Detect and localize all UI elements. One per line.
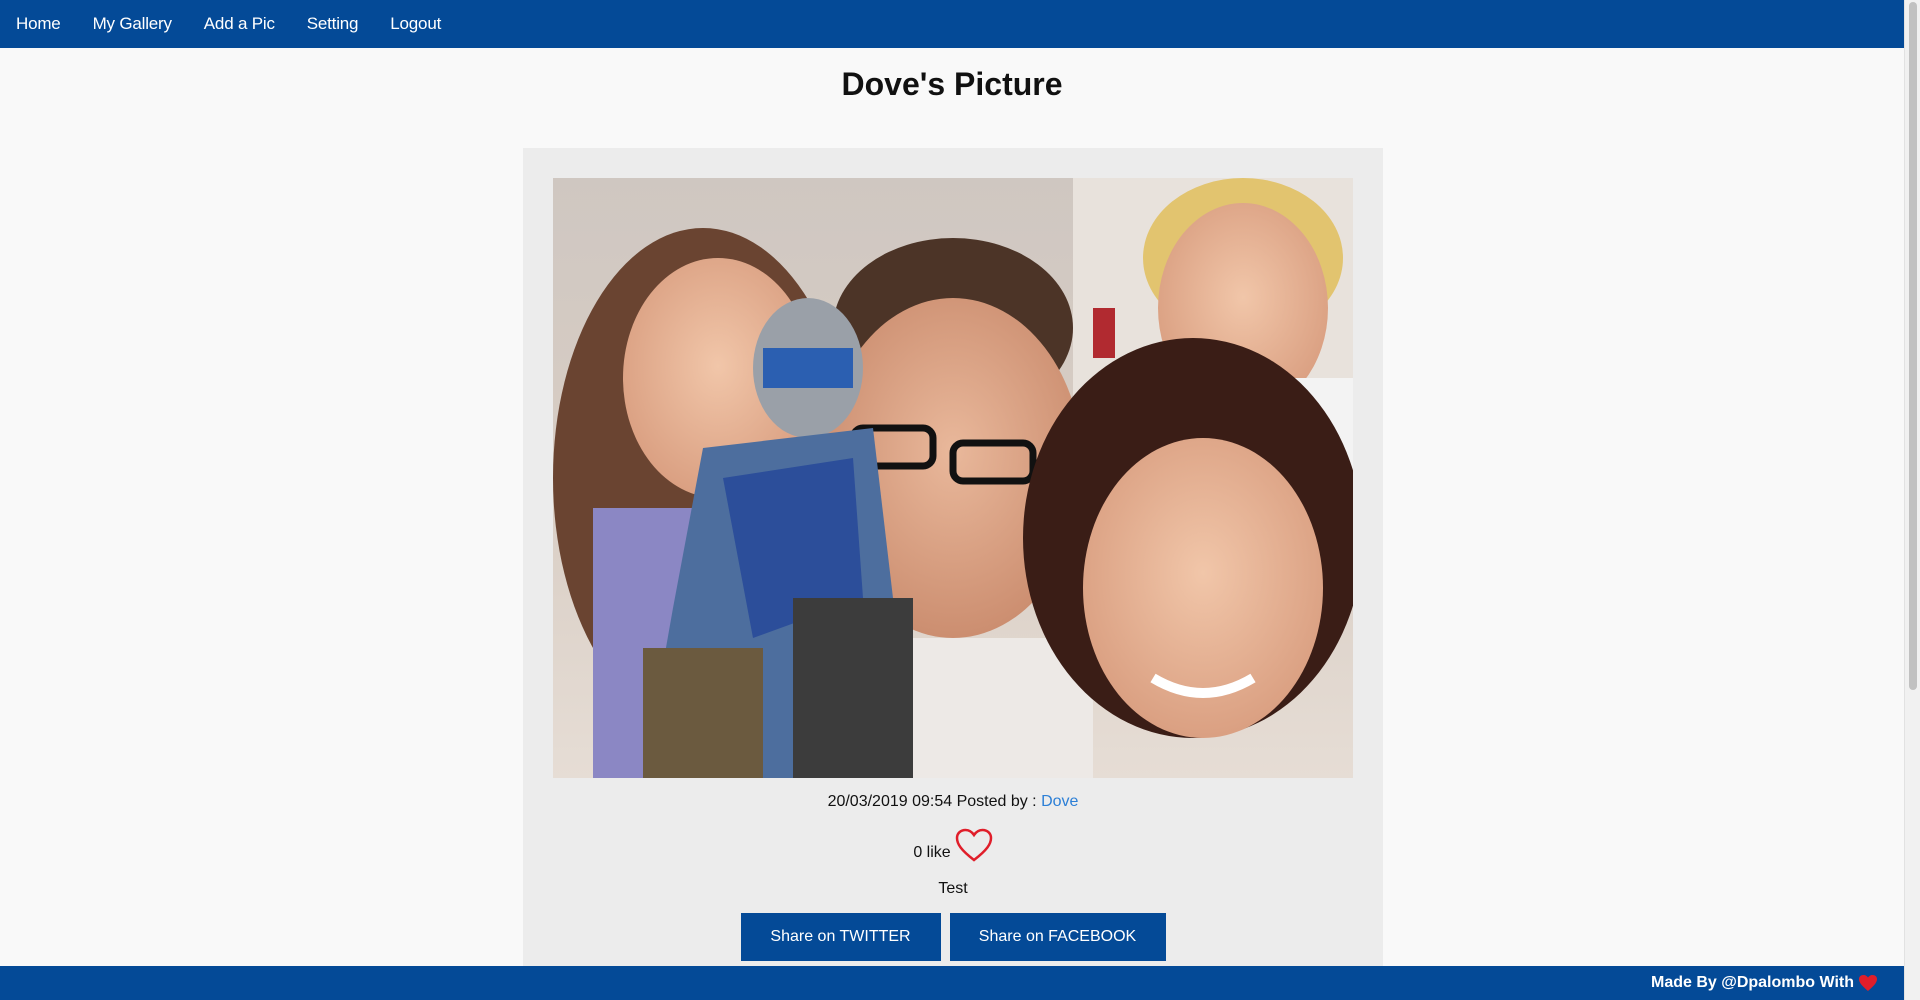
post-photo: [553, 178, 1353, 778]
post-caption: Test: [938, 880, 968, 897]
nav-my-gallery-link[interactable]: My Gallery: [93, 14, 172, 34]
post-photo-image: [553, 178, 1353, 778]
footer-credit: Made By @Dpalombo With: [1650, 974, 1854, 991]
posted-by-label: Posted by :: [956, 793, 1037, 810]
nav-home-link[interactable]: Home: [16, 14, 61, 34]
heart-filled-icon: [1858, 974, 1878, 992]
page-title: Dove's Picture: [841, 66, 1063, 102]
nav-add-pic-link[interactable]: Add a Pic: [204, 14, 275, 34]
nav-logout-link[interactable]: Logout: [390, 14, 441, 34]
like-count: 0 like: [913, 844, 951, 861]
scrollbar-thumb[interactable]: [1909, 2, 1917, 690]
picture-card: 20/03/2019 09:54 Posted by : Dove 0 like…: [523, 148, 1383, 968]
share-twitter-button[interactable]: Share on TWITTER: [740, 913, 941, 961]
post-date: 20/03/2019 09:54: [827, 793, 953, 810]
share-facebook-button[interactable]: Share on FACEBOOK: [949, 913, 1166, 961]
likes-row: 0 like: [523, 828, 1383, 864]
top-navbar: Home My Gallery Add a Pic Setting Logout: [0, 0, 1904, 48]
page-scrollbar[interactable]: [1904, 0, 1920, 1000]
footer: Made By @Dpalombo With: [0, 966, 1904, 1000]
share-buttons: Share on TWITTER Share on FACEBOOK: [523, 913, 1383, 961]
heart-outline-icon[interactable]: [955, 828, 993, 864]
author-link[interactable]: Dove: [1041, 793, 1078, 810]
nav-setting-link[interactable]: Setting: [307, 14, 359, 34]
post-meta: 20/03/2019 09:54 Posted by : Dove: [523, 793, 1383, 811]
